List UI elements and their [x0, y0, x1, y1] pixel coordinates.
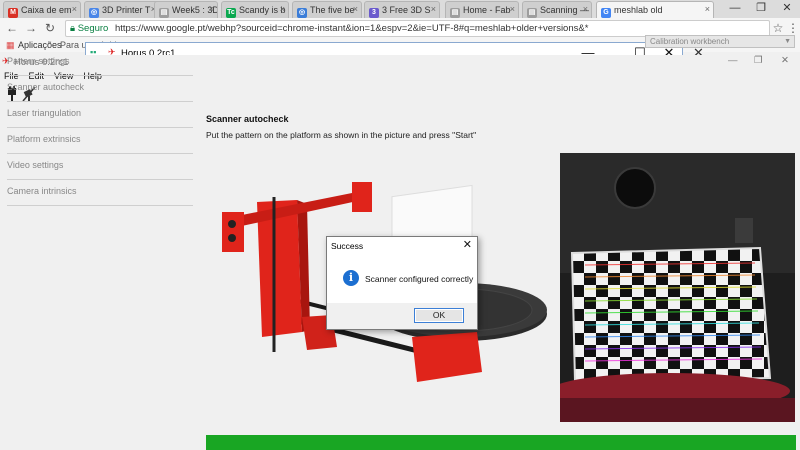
close-icon[interactable]: ✕	[781, 55, 789, 66]
tc-icon: Tc	[226, 8, 236, 18]
browser-tab[interactable]: ▤ Home - Fab ×	[445, 1, 519, 18]
success-dialog: Success ✕ i Scanner configured correctly…	[326, 236, 478, 330]
start-button[interactable]	[206, 435, 796, 450]
browser-tab[interactable]: Tc Scandy is b ×	[221, 1, 289, 18]
close-tab-icon[interactable]: ×	[431, 4, 436, 14]
info-icon: i	[343, 270, 359, 286]
sidebar-item-scanner-autocheck[interactable]: Scanner autocheck	[7, 76, 193, 102]
browser-tab[interactable]: ◎ The five be ×	[292, 1, 362, 18]
doc-icon: ▤	[450, 8, 460, 18]
browser-tab[interactable]: ◎3D Printer T×	[84, 1, 160, 18]
security-label: Seguro	[77, 23, 109, 34]
workbench-select[interactable]: Calibration workbench ▼	[645, 35, 795, 48]
tab-label: The five be	[310, 5, 355, 15]
close-tab-icon[interactable]: ×	[209, 4, 214, 14]
tab-label: Scandy is b	[239, 5, 286, 15]
close-tab-icon[interactable]: ×	[510, 4, 515, 14]
close-icon[interactable]: ✕	[774, 0, 800, 18]
browser-tab[interactable]: 33 Free 3D S ×	[364, 1, 440, 18]
tab-label: 3D Printer T	[102, 5, 151, 15]
chevron-down-icon: ▼	[784, 38, 791, 45]
close-tab-icon[interactable]: ×	[280, 4, 285, 14]
apps-link[interactable]: Aplicações	[18, 40, 62, 50]
menu-icon[interactable]: ⋮	[786, 21, 800, 35]
doc-icon: ▤	[159, 8, 169, 18]
close-tab-icon[interactable]: ×	[353, 4, 358, 14]
close-tab-icon[interactable]: ×	[583, 4, 588, 14]
sidebar-item-pattern-settings[interactable]: Pattern settings	[7, 50, 193, 76]
site-icon: ◎	[297, 8, 307, 18]
browser-tab[interactable]: ▤ Scanning — ×	[522, 1, 592, 18]
ok-button[interactable]: OK	[414, 308, 464, 323]
restore-icon[interactable]: ❐	[748, 0, 774, 18]
doc-icon: ▤	[527, 8, 537, 18]
close-tab-icon[interactable]: ×	[705, 4, 710, 14]
google-icon: G	[601, 8, 611, 18]
close-icon[interactable]: ✕	[463, 238, 472, 251]
page-title: Scanner autocheck	[206, 114, 289, 124]
sidebar-item-platform-extrinsics[interactable]: Platform extrinsics	[7, 128, 193, 154]
back-icon[interactable]: ←	[5, 21, 19, 35]
browser-tab[interactable]: ▤ Week5 : 3D ×	[154, 1, 218, 18]
tab-label: meshlab old	[614, 5, 663, 15]
sidebar-item-camera-intrinsics[interactable]: Camera intrinsics	[7, 180, 193, 206]
reload-icon[interactable]: ↻	[43, 21, 57, 35]
tab-label: Home - Fab	[463, 5, 511, 15]
browser-tab-bar: MCaixa de em×◎3D Printer T×▤Week5 : 3D×T…	[0, 0, 800, 18]
lock-icon: 🔒︎	[70, 23, 76, 34]
minimize-icon[interactable]: —	[722, 0, 748, 18]
sidebar-item-video-settings[interactable]: Video settings	[7, 154, 193, 180]
bookmark-star-icon[interactable]: ☆	[771, 21, 785, 35]
minimize-icon[interactable]: —	[728, 55, 738, 66]
url-text: https://www.google.pt/webhp?sourceid=chr…	[114, 23, 589, 34]
tab-label: 3 Free 3D S	[382, 5, 431, 15]
restore-icon[interactable]: ❐	[754, 55, 763, 66]
calibration-sidebar: Pattern settings Scanner autocheck Laser…	[7, 50, 193, 206]
browser-tab[interactable]: Gmeshlab old ×	[596, 1, 714, 18]
site-icon: ◎	[89, 8, 99, 18]
dialog-footer: OK	[327, 303, 477, 329]
site-icon: 3	[369, 8, 379, 18]
dialog-title: Success	[331, 241, 364, 251]
gmail-icon: M	[8, 8, 18, 18]
workbench-value: Calibration workbench	[650, 37, 730, 46]
forward-icon[interactable]: →	[24, 21, 38, 35]
browser-tab[interactable]: M Caixa de em ×	[3, 1, 81, 18]
close-tab-icon[interactable]: ×	[72, 4, 77, 14]
instructions-text: Put the pattern on the platform as shown…	[206, 130, 477, 140]
camera-feed	[560, 153, 795, 422]
tab-label: Scanning —	[540, 5, 590, 15]
dialog-message: Scanner configured correctly	[365, 274, 474, 284]
tab-label: Caixa de em	[21, 5, 72, 15]
sidebar-item-laser-triangulation[interactable]: Laser triangulation	[7, 102, 193, 128]
